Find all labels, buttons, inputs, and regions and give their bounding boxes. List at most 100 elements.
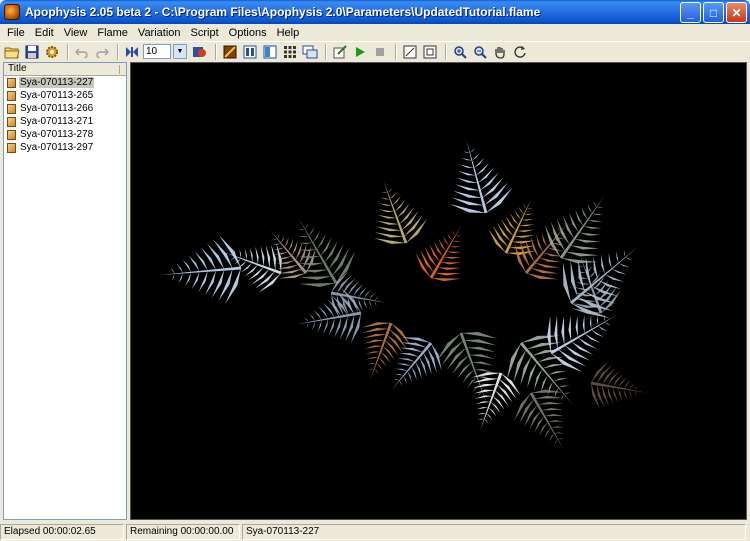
stop-icon — [376, 47, 384, 56]
fern-leaf — [590, 361, 647, 409]
open-button[interactable] — [3, 43, 21, 61]
list-item-label: Sya-070113-278 — [20, 129, 94, 140]
pan-button[interactable] — [491, 43, 509, 61]
menu-options[interactable]: Options — [224, 27, 272, 39]
menu-help[interactable]: Help — [272, 27, 305, 39]
rotate-button[interactable] — [511, 43, 529, 61]
status-elapsed: Elapsed 00:00:02.65 — [0, 523, 124, 540]
list-item-label: Sya-070113-265 — [20, 90, 94, 101]
play-icon — [356, 46, 365, 57]
fit-button[interactable] — [421, 43, 439, 61]
title-bar[interactable]: Apophysis 2.05 beta 2 - C:\Program Files… — [0, 0, 750, 24]
fractal-flame-image — [160, 139, 647, 451]
adjust-icon — [243, 45, 257, 58]
fern-leaf — [436, 332, 498, 405]
undo-button[interactable] — [73, 43, 91, 61]
flame-file-icon — [7, 103, 16, 114]
browse-icon — [302, 45, 318, 58]
flame-file-icon — [7, 142, 16, 153]
menu-script[interactable]: Script — [186, 27, 224, 39]
adjust-button[interactable] — [241, 43, 259, 61]
fit-icon — [423, 45, 437, 58]
flame-file-icon — [7, 116, 16, 127]
script-edit-icon — [333, 44, 347, 58]
toolbar-separator — [117, 43, 119, 60]
browse-button[interactable] — [301, 43, 319, 61]
list-item[interactable]: Sya-070113-297 — [4, 141, 126, 154]
chevron-down-icon[interactable]: ▼ — [173, 44, 187, 59]
save-button[interactable] — [23, 43, 41, 61]
toolbar-separator — [395, 43, 397, 60]
fern-leaf — [296, 287, 362, 344]
menu-file[interactable]: File — [2, 27, 30, 39]
list-column-title[interactable]: Title — [4, 63, 126, 76]
status-remaining: Remaining 00:00:00.00 — [126, 523, 240, 540]
close-button[interactable]: ✕ — [726, 2, 747, 23]
list-item-label: Sya-070113-297 — [20, 142, 94, 153]
app-icon[interactable] — [4, 4, 20, 20]
zoom-out-icon — [474, 45, 487, 59]
mutate-icon — [284, 45, 296, 58]
rotate-icon — [514, 45, 526, 58]
fullscreen-button[interactable] — [123, 43, 141, 61]
redo-button[interactable] — [93, 43, 111, 61]
fern-leaf — [160, 235, 242, 305]
hand-icon — [495, 46, 505, 59]
list-item[interactable]: Sya-070113-271 — [4, 115, 126, 128]
view-button[interactable] — [401, 43, 419, 61]
menu-view[interactable]: View — [59, 27, 93, 39]
flame-file-icon — [7, 90, 16, 101]
save-icon — [25, 45, 39, 58]
play-button[interactable] — [351, 43, 369, 61]
list-item-label: Sya-070113-266 — [20, 103, 94, 114]
flame-list[interactable]: Title Sya-070113-227 Sya-070113-265 Sya-… — [3, 62, 127, 520]
gradient-icon — [263, 45, 277, 58]
fern-leaf — [374, 180, 428, 244]
menu-variation[interactable]: Variation — [133, 27, 186, 39]
stop-button[interactable] — [371, 43, 389, 61]
list-item[interactable]: Sya-070113-227 — [4, 76, 126, 89]
status-flame-name: Sya-070113-227 — [242, 523, 746, 540]
flame-preview-canvas[interactable] — [130, 62, 747, 520]
status-bar: Elapsed 00:00:02.65 Remaining 00:00:00.0… — [0, 522, 750, 541]
flame-file-icon — [7, 77, 16, 88]
list-item-label: Sya-070113-227 — [19, 77, 95, 88]
script-edit-button[interactable] — [331, 43, 349, 61]
toolbar: 10 ▼ — [0, 41, 750, 61]
undo-icon — [75, 47, 88, 58]
menu-bar: File Edit View Flame Variation Script Op… — [0, 24, 750, 41]
list-item[interactable]: Sya-070113-266 — [4, 102, 126, 115]
list-item[interactable]: Sya-070113-278 — [4, 128, 126, 141]
toolbar-separator — [215, 43, 217, 60]
gradient-button[interactable] — [261, 43, 279, 61]
edit-icon — [223, 45, 237, 58]
gear-icon — [46, 45, 58, 58]
fern-leaf — [450, 139, 513, 214]
view-icon — [403, 45, 417, 58]
menu-edit[interactable]: Edit — [30, 27, 59, 39]
toolbar-separator — [445, 43, 447, 60]
fern-leaf — [361, 322, 411, 381]
options-button[interactable] — [43, 43, 61, 61]
editor-button[interactable] — [221, 43, 239, 61]
maximize-button[interactable]: □ — [703, 2, 724, 23]
zoom-select-value: 10 — [146, 46, 158, 57]
fern-leaf — [514, 389, 565, 451]
list-item[interactable]: Sya-070113-265 — [4, 89, 126, 102]
toolbar-separator — [67, 43, 69, 60]
render-button[interactable] — [191, 43, 209, 61]
zoom-in-button[interactable] — [451, 43, 469, 61]
menu-flame[interactable]: Flame — [92, 27, 133, 39]
zoom-in-icon — [454, 45, 467, 59]
fern-leaf — [506, 335, 574, 406]
fern-leaf — [415, 225, 462, 282]
fullscreen-icon — [126, 46, 138, 57]
zoom-select[interactable]: 10 — [143, 44, 171, 59]
minimize-button[interactable]: _ — [680, 2, 701, 23]
mutate-button[interactable] — [281, 43, 299, 61]
redo-icon — [96, 47, 109, 58]
window-controls: _ □ ✕ — [680, 2, 747, 23]
open-icon — [4, 47, 20, 58]
zoom-out-button[interactable] — [471, 43, 489, 61]
window-title: Apophysis 2.05 beta 2 - C:\Program Files… — [25, 5, 541, 19]
